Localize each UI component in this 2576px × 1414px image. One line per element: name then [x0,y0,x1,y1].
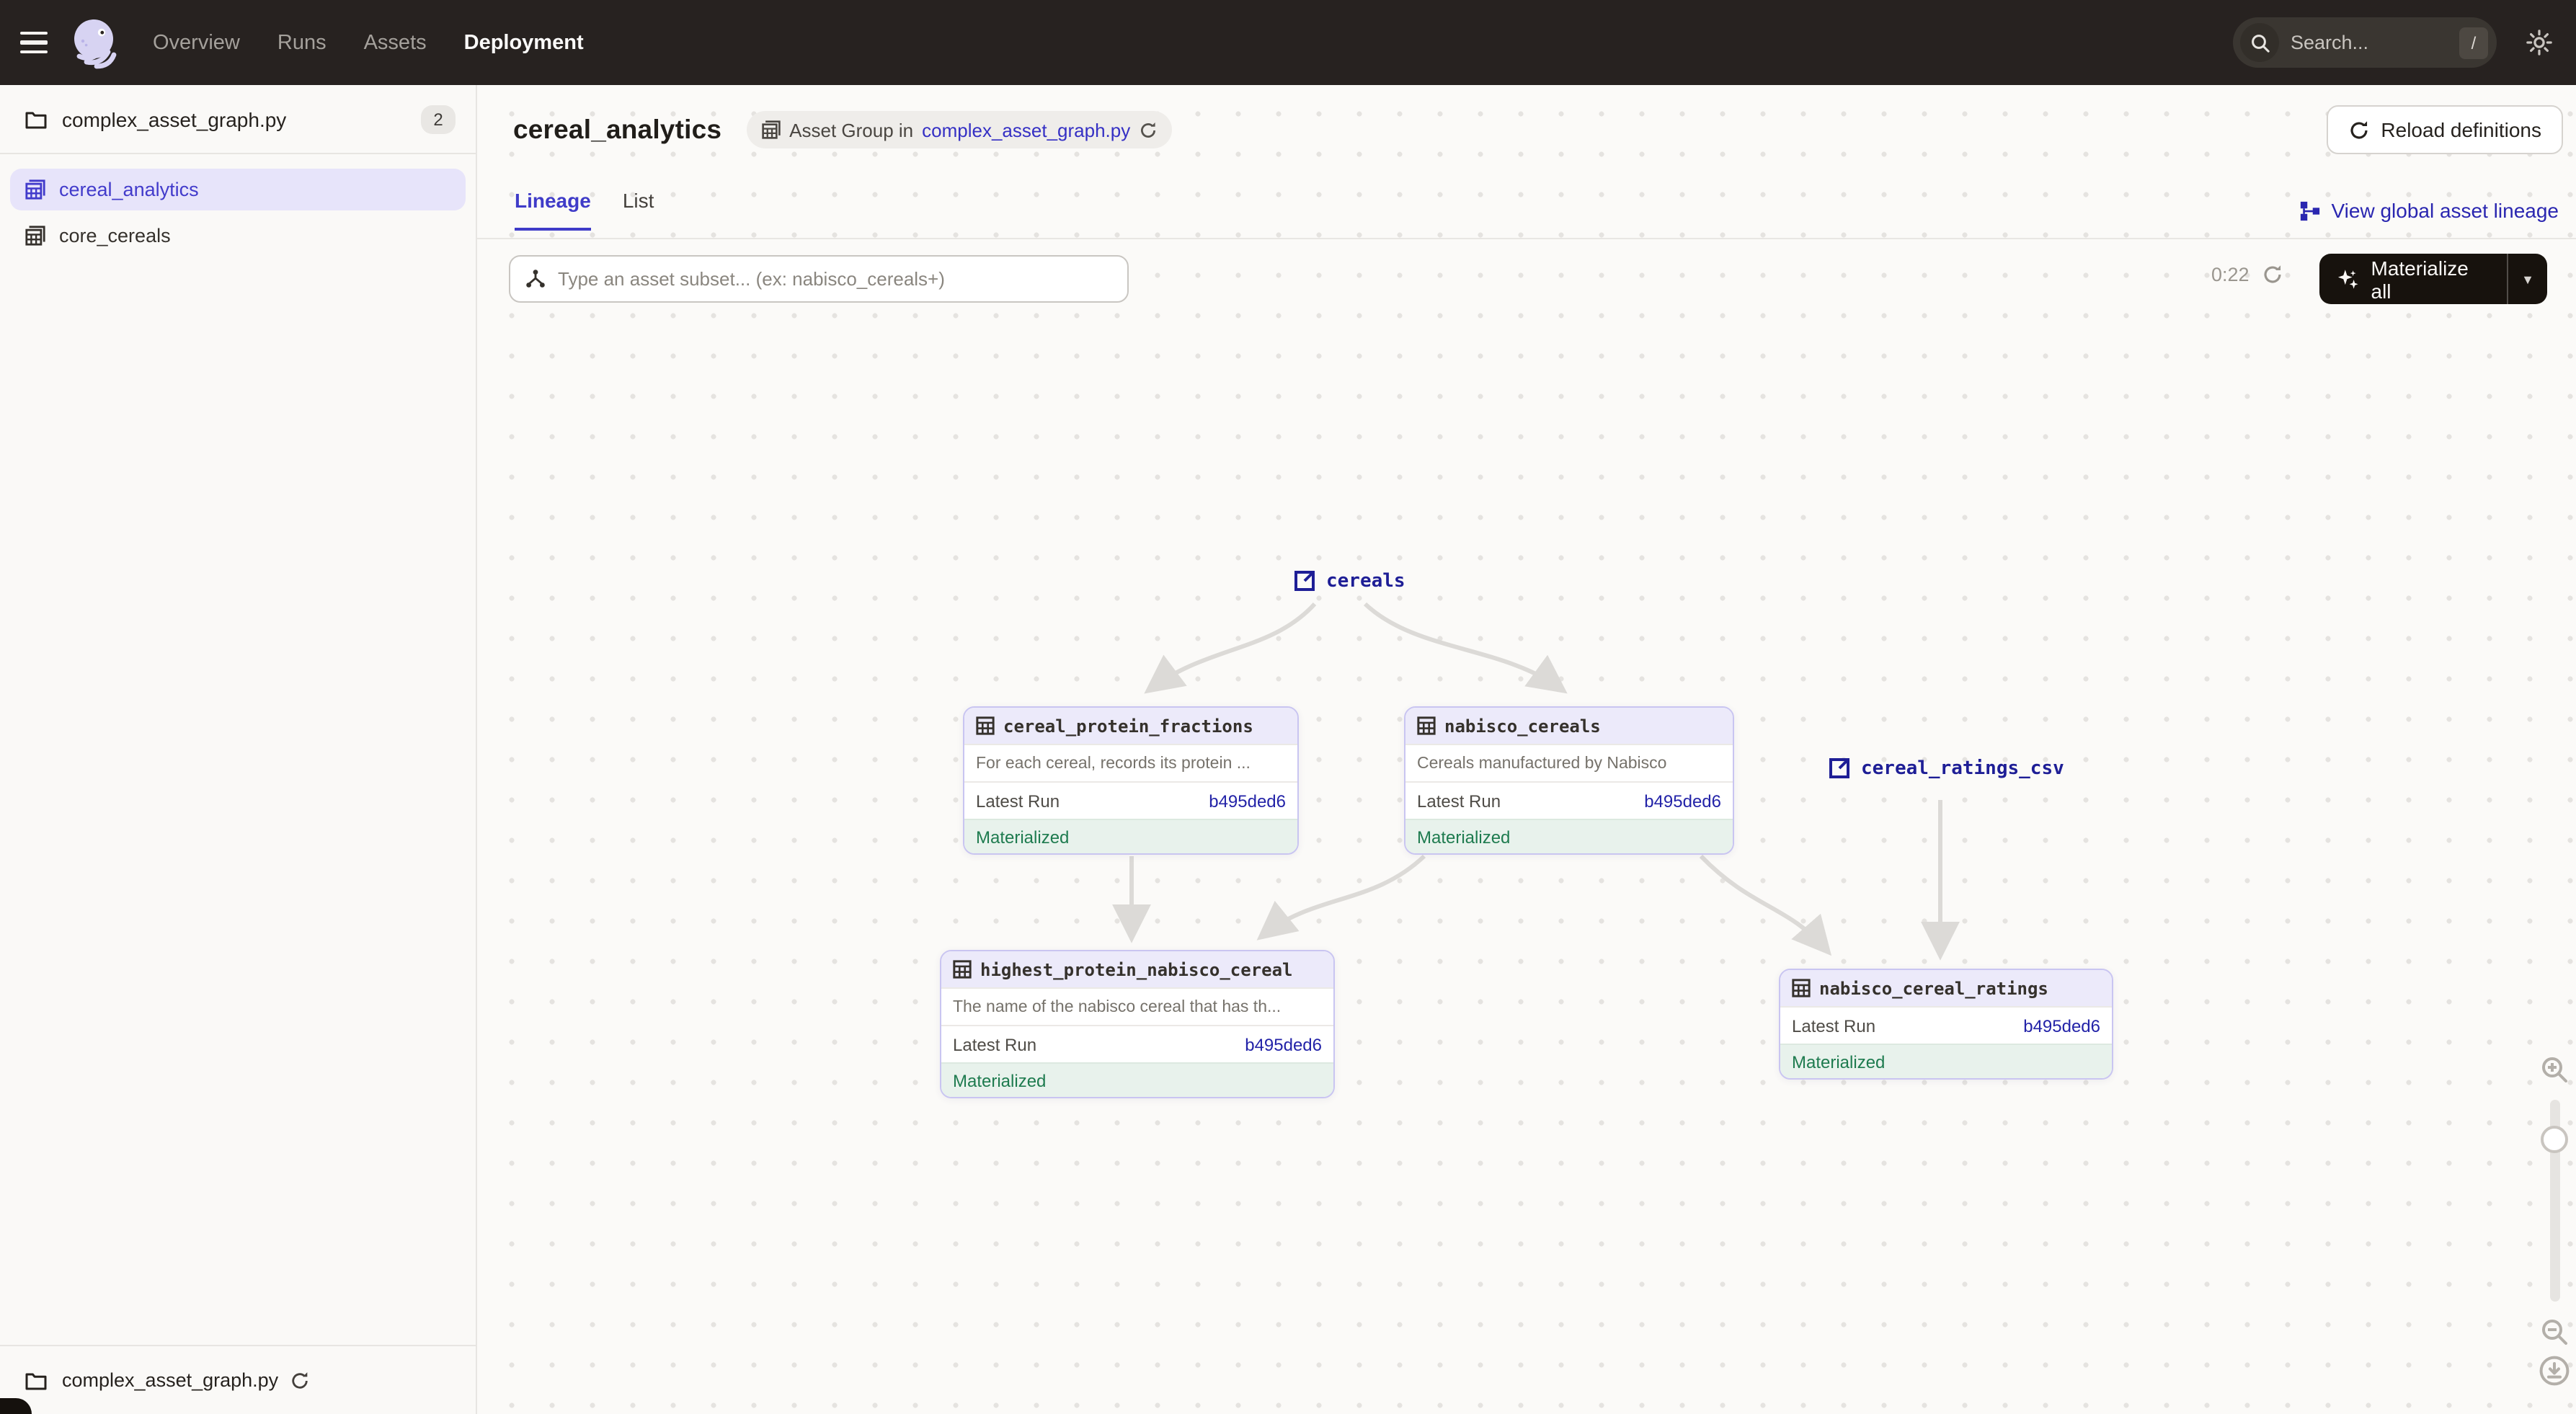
sparkle-icon [2337,267,2360,290]
source-asset-cereals[interactable]: cereals [1293,569,1405,592]
refresh-icon [2348,119,2369,141]
zoom-in-icon[interactable] [2540,1055,2569,1084]
code-location-link[interactable]: complex_asset_graph.py [922,119,1130,141]
asset-subset-input[interactable] [558,268,1113,290]
asset-group-tag-text: Asset Group in [789,119,913,141]
asset-description: Cereals manufactured by Nabisco [1405,744,1733,781]
folder-icon [25,109,48,129]
global-search[interactable]: / [2233,17,2497,68]
asset-count-badge: 2 [421,105,456,133]
materialize-all-button[interactable]: Materialize all ▼ [2319,254,2547,304]
download-image-icon[interactable] [2539,1355,2570,1387]
zoom-out-icon[interactable] [2540,1317,2569,1346]
asset-description: The name of the nabisco cereal that has … [941,987,1333,1025]
asset-group-tag: Asset Group in complex_asset_graph.py [746,111,1172,148]
page-title: cereal_analytics [513,114,721,146]
table-icon [976,716,995,735]
asset-name: nabisco_cereal_ratings [1819,978,2048,998]
folder-icon [25,1370,48,1390]
main-panel: cereal_analytics Asset Group in complex_… [477,85,2576,1414]
graph-zoom-controls [2536,1051,2573,1391]
reload-icon[interactable] [1139,120,1158,139]
tab-lineage[interactable]: Lineage [515,189,591,231]
latest-run-label: Latest Run [953,1034,1036,1054]
top-nav: Overview Runs Assets Deployment / [0,0,2576,85]
code-location-name: complex_asset_graph.py [62,107,421,130]
refresh-icon[interactable] [2262,264,2284,285]
run-id-link[interactable]: b495ded6 [1245,1034,1322,1054]
asset-graph-filter-icon [525,268,546,290]
sidebar-group-list: cereal_analytics core_cereals [0,154,476,1345]
run-id-link[interactable]: b495ded6 [1644,791,1721,811]
asset-name: cereal_protein_fractions [1003,716,1253,736]
asset-node-nabisco-cereal-ratings[interactable]: nabisco_cereal_ratings Latest Run b495de… [1779,969,2113,1080]
status-badge: Materialized [1780,1044,2112,1078]
lineage-graph-icon [2300,200,2322,221]
run-id-link[interactable]: b495ded6 [2023,1015,2100,1036]
external-link-icon [1293,569,1316,592]
code-location-name: complex_asset_graph.py [62,1369,278,1391]
reload-definitions-button[interactable]: Reload definitions [2326,105,2563,154]
refresh-timer: 0:22 [2211,264,2284,285]
asset-node-cereal-protein-fractions[interactable]: cereal_protein_fractions For each cereal… [963,706,1299,855]
view-tabs: Lineage List [515,189,654,231]
asset-group-icon [760,120,781,140]
latest-run-label: Latest Run [1792,1015,1875,1036]
nav-item-assets[interactable]: Assets [364,31,427,54]
group-name: cereal_analytics [59,179,199,200]
materialize-dropdown-caret[interactable]: ▼ [2508,272,2547,286]
reload-icon[interactable] [290,1370,310,1390]
timer-value: 0:22 [2211,264,2249,285]
nav-item-overview[interactable]: Overview [153,31,240,54]
latest-run-label: Latest Run [1417,791,1501,811]
nav-item-runs[interactable]: Runs [277,31,327,54]
external-link-icon [1828,757,1851,780]
status-badge: Materialized [941,1062,1333,1097]
sidebar-footer: complex_asset_graph.py [0,1345,476,1414]
tab-list[interactable]: List [623,189,654,231]
zoom-slider[interactable] [2549,1100,2559,1302]
run-id-link[interactable]: b495ded6 [1209,791,1286,811]
asset-name: highest_protein_nabisco_cereal [980,959,1293,979]
asset-node-nabisco-cereals[interactable]: nabisco_cereals Cereals manufactured by … [1404,706,1734,855]
nav-items: Overview Runs Assets Deployment [153,31,584,54]
sidebar-item-core-cereals[interactable]: core_cereals [10,215,466,257]
sidebar-item-cereal-analytics[interactable]: cereal_analytics [10,169,466,210]
gear-icon[interactable] [2526,29,2553,56]
table-icon [953,960,972,979]
asset-node-highest-protein-nabisco-cereal[interactable]: highest_protein_nabisco_cereal The name … [940,950,1335,1098]
search-shortcut-key: / [2459,27,2488,58]
sidebar-code-location[interactable]: complex_asset_graph.py 2 [0,85,476,154]
view-global-asset-lineage-link[interactable]: View global asset lineage [2300,199,2559,222]
group-name: core_cereals [59,225,171,246]
search-input[interactable] [2279,32,2459,53]
latest-run-label: Latest Run [976,791,1060,811]
source-asset-cereal-ratings-csv[interactable]: cereal_ratings_csv [1828,757,2064,780]
asset-group-icon [25,225,46,246]
asset-name: nabisco_cereals [1444,716,1601,736]
asset-subset-filter[interactable] [509,255,1129,303]
status-badge: Materialized [1405,819,1733,853]
dagster-logo-icon[interactable] [69,17,121,68]
nav-item-deployment[interactable]: Deployment [464,31,584,54]
dagster-app: Overview Runs Assets Deployment / [0,0,2576,1414]
sidebar: complex_asset_graph.py 2 cereal_analytic… [0,85,477,1414]
table-icon [1792,979,1811,997]
page-header: cereal_analytics Asset Group in complex_… [513,104,2563,156]
hamburger-menu-icon[interactable] [0,0,58,85]
table-icon [1417,716,1436,735]
zoom-slider-thumb[interactable] [2541,1126,2568,1153]
tabs-divider [477,238,2576,239]
search-icon [2240,23,2279,62]
status-badge: Materialized [964,819,1297,853]
asset-description: For each cereal, records its protein ... [964,744,1297,781]
asset-group-icon [25,179,46,200]
